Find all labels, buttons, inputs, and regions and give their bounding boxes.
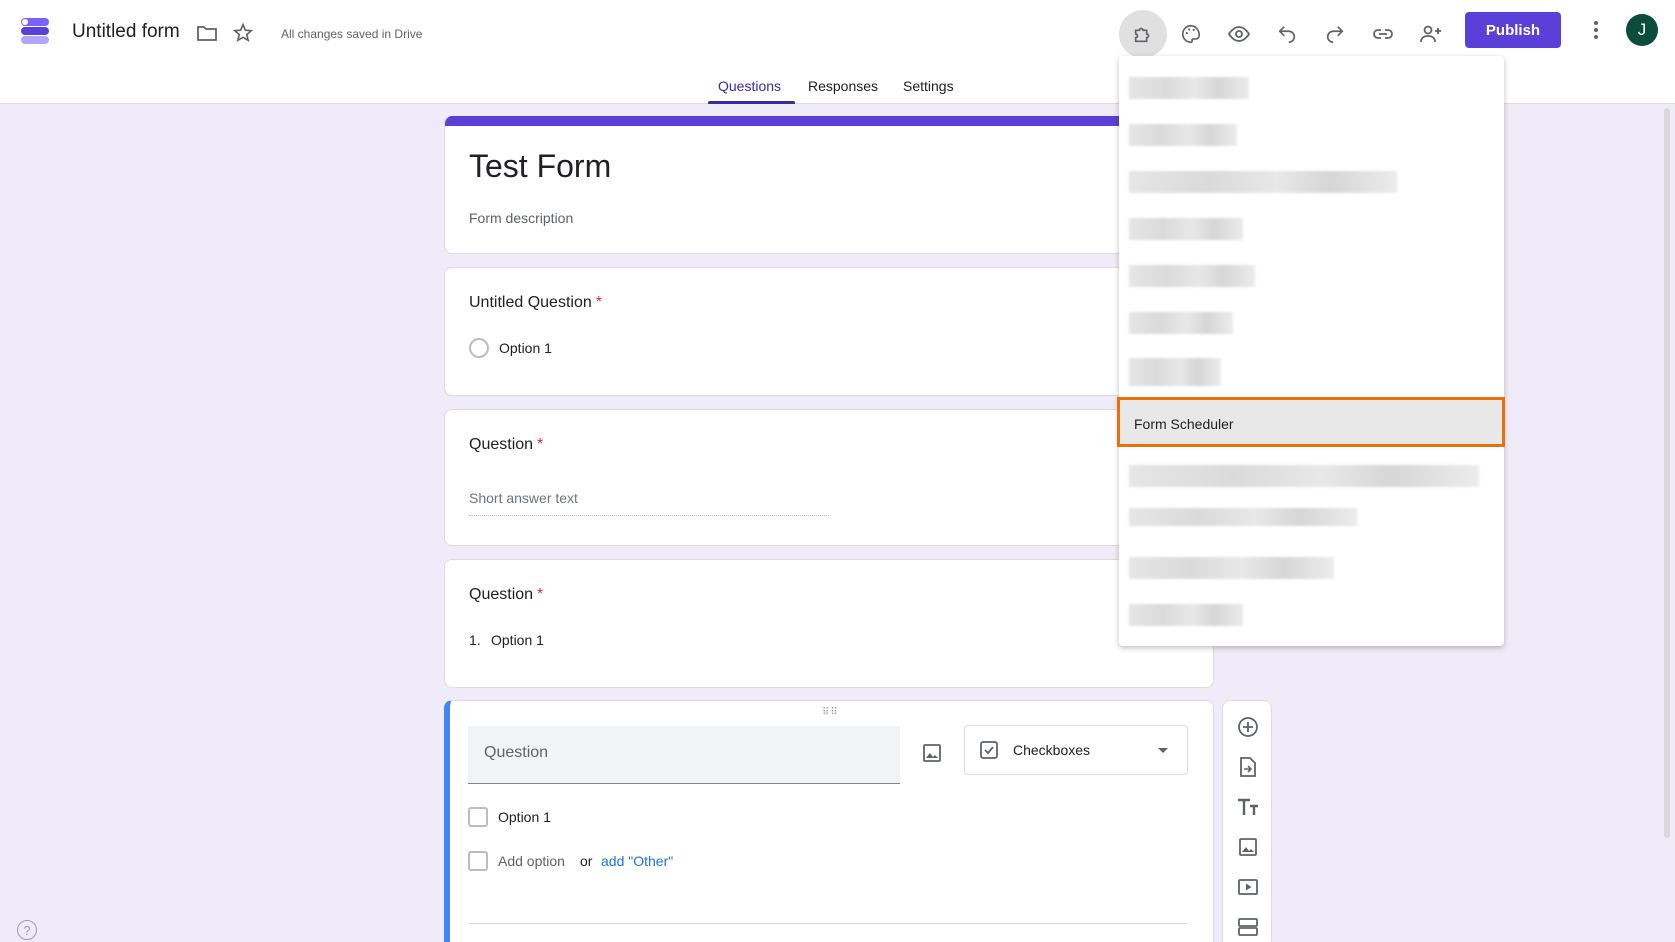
person-add-icon xyxy=(1420,25,1441,43)
question-title: Untitled Question * xyxy=(469,294,602,311)
required-mark: * xyxy=(595,294,602,311)
question-type-label: Checkboxes xyxy=(1013,742,1091,758)
add-option-link[interactable]: Add option xyxy=(498,853,565,869)
checkbox-icon xyxy=(980,741,998,759)
theme-accent-bar xyxy=(445,116,1213,126)
add-collaborator-button[interactable] xyxy=(1407,10,1455,58)
puzzle-icon xyxy=(1134,27,1150,43)
form-title[interactable]: Test Form xyxy=(469,148,611,185)
tab-settings[interactable]: Settings xyxy=(903,78,954,94)
help-icon[interactable]: ? xyxy=(17,920,37,940)
menu-item-form-scheduler[interactable]: Form Scheduler xyxy=(1117,397,1505,447)
add-image-icon[interactable] xyxy=(920,741,944,765)
add-other-link[interactable]: add "Other" xyxy=(601,853,673,869)
add-image-icon[interactable] xyxy=(1236,835,1260,859)
link-icon xyxy=(1373,29,1393,39)
menu-item-blurred[interactable] xyxy=(1119,499,1504,539)
document-title[interactable]: Untitled form xyxy=(72,21,180,43)
redo-icon xyxy=(1326,26,1344,44)
option-label[interactable]: Option 1 xyxy=(498,809,551,825)
menu-item-blurred[interactable] xyxy=(1119,456,1504,496)
publish-button[interactable]: Publish xyxy=(1465,12,1561,48)
tab-questions[interactable]: Questions xyxy=(718,78,781,94)
copy-link-button[interactable] xyxy=(1359,10,1407,58)
account-avatar[interactable]: J xyxy=(1626,14,1658,46)
customize-theme-button[interactable] xyxy=(1167,10,1215,58)
question-type-select[interactable]: Checkboxes xyxy=(964,725,1188,775)
question-title: Question * xyxy=(469,436,544,453)
divider xyxy=(468,923,1188,924)
add-section-icon[interactable] xyxy=(1236,915,1260,939)
form-description[interactable]: Form description xyxy=(469,210,573,226)
dropdown-arrow-icon xyxy=(1158,748,1168,753)
palette-icon xyxy=(1182,24,1201,44)
menu-item-blurred[interactable] xyxy=(1119,256,1504,296)
option-label: Option 1 xyxy=(491,632,544,648)
required-mark: * xyxy=(537,586,544,603)
checkbox xyxy=(468,851,488,871)
or-text: or xyxy=(580,853,593,869)
question-card[interactable]: Untitled Question * Option 1 xyxy=(444,267,1214,396)
preview-button[interactable] xyxy=(1215,10,1263,58)
menu-item-blurred[interactable] xyxy=(1119,209,1504,249)
menu-item-label: Form Scheduler xyxy=(1134,416,1234,432)
menu-item-blurred[interactable] xyxy=(1119,115,1504,155)
add-question-icon[interactable] xyxy=(1236,715,1260,739)
question-title: Question * xyxy=(469,586,544,603)
question-card[interactable]: Question * 1. Option 1 xyxy=(444,559,1214,688)
active-question-card[interactable]: ⠿⠿ Question Checkboxes Option 1 Add opti… xyxy=(444,700,1214,942)
menu-item-blurred[interactable] xyxy=(1119,68,1504,108)
scrollbar[interactable] xyxy=(1664,108,1670,838)
menu-item-blurred[interactable] xyxy=(1119,162,1504,202)
floating-toolbar xyxy=(1222,700,1272,942)
more-options-icon[interactable] xyxy=(1582,16,1610,44)
eye-icon xyxy=(1227,26,1251,42)
question-card[interactable]: Question * Short answer text xyxy=(444,409,1214,546)
active-tab-indicator xyxy=(708,101,795,104)
star-icon[interactable] xyxy=(230,20,256,46)
addons-menu xyxy=(1119,56,1504,646)
redo-button[interactable] xyxy=(1311,10,1359,58)
checkbox[interactable] xyxy=(468,807,488,827)
folder-icon[interactable] xyxy=(194,20,220,46)
forms-logo-icon[interactable] xyxy=(18,14,52,48)
undo-icon xyxy=(1278,26,1296,44)
menu-item-blurred[interactable] xyxy=(1119,303,1504,343)
short-answer-field: Short answer text xyxy=(469,490,829,516)
question-title-input[interactable]: Question xyxy=(468,726,900,784)
required-mark: * xyxy=(537,436,544,453)
add-video-icon[interactable] xyxy=(1236,875,1260,899)
list-number: 1. xyxy=(469,632,481,648)
radio-button[interactable] xyxy=(469,338,489,358)
tab-responses[interactable]: Responses xyxy=(808,78,878,94)
save-status: All changes saved in Drive xyxy=(281,27,423,41)
form-title-card[interactable]: Test Form Form description xyxy=(444,116,1214,254)
drag-handle-icon[interactable]: ⠿⠿ xyxy=(822,707,839,718)
add-title-icon[interactable] xyxy=(1236,795,1260,819)
menu-item-blurred[interactable] xyxy=(1119,356,1504,396)
undo-button[interactable] xyxy=(1263,10,1311,58)
import-questions-icon[interactable] xyxy=(1236,755,1260,779)
menu-item-blurred[interactable] xyxy=(1119,548,1504,588)
menu-item-blurred[interactable] xyxy=(1119,595,1504,635)
addons-button[interactable] xyxy=(1119,10,1167,58)
option-label: Option 1 xyxy=(499,340,552,356)
